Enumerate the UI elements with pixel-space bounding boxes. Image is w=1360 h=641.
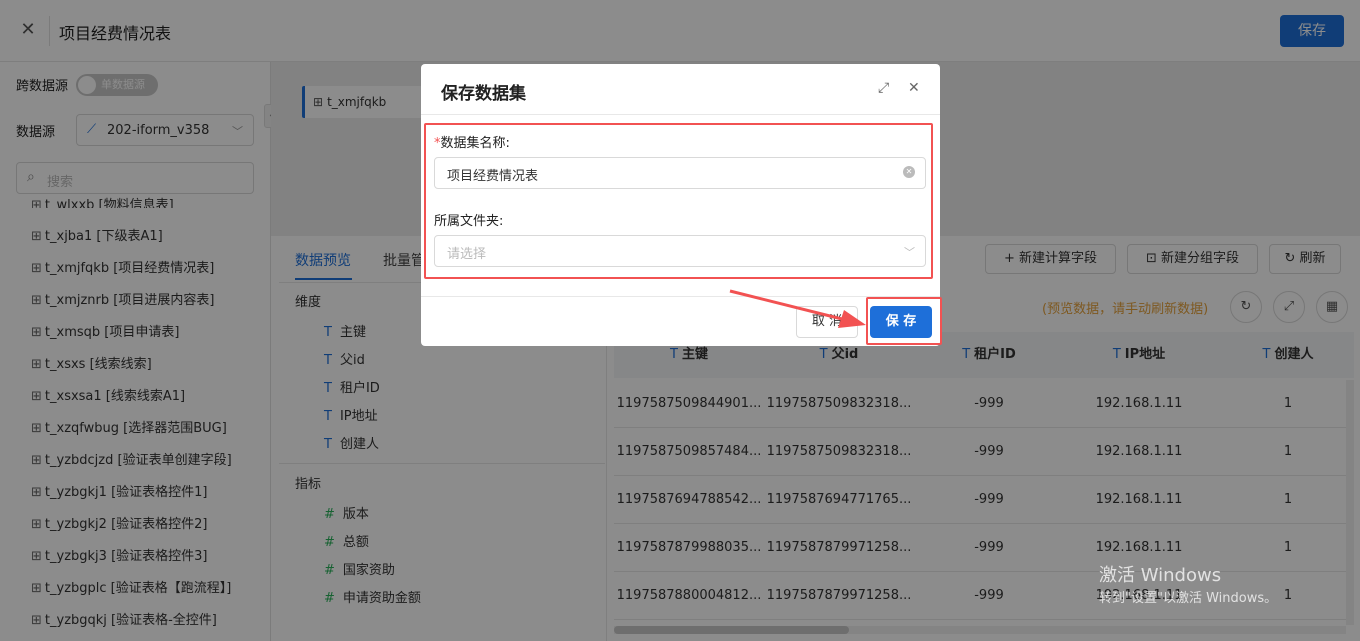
annotation-arrow-icon: [729, 289, 866, 328]
